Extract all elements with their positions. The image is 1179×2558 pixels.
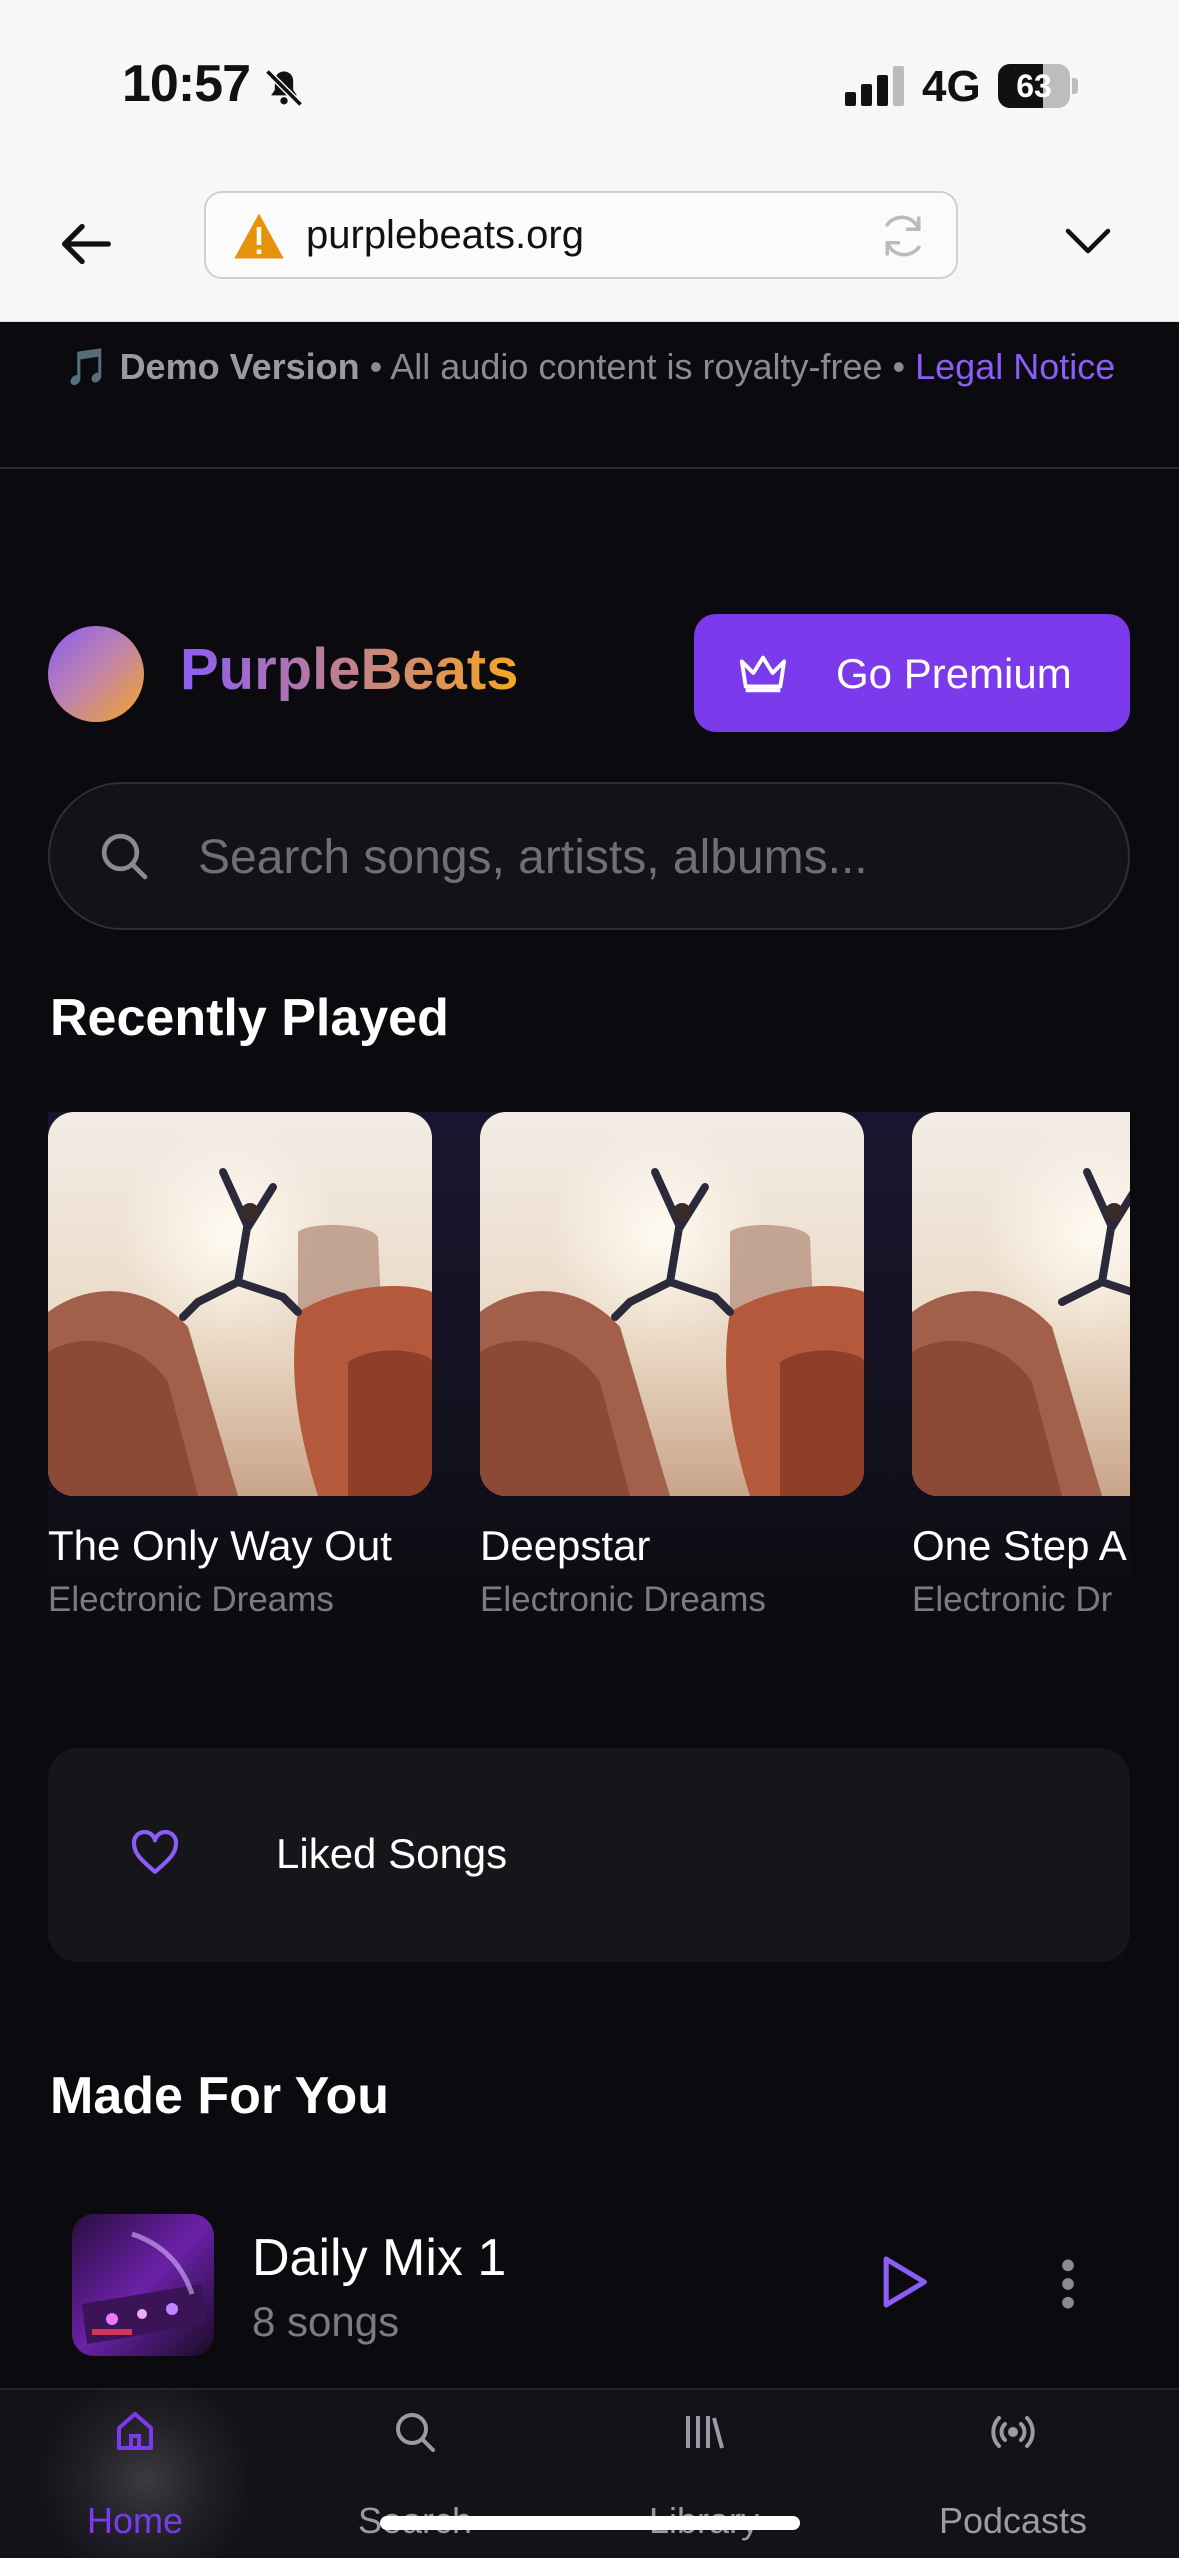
track-title: One Step A — [912, 1522, 1127, 1569]
banner-notice: All audio content is royalty-free — [390, 346, 883, 387]
recent-card[interactable]: One Step A Electronic Dr — [912, 1112, 1130, 1620]
search-bar[interactable] — [48, 782, 1130, 930]
reload-icon[interactable] — [876, 209, 930, 263]
brand-logo[interactable] — [48, 626, 144, 722]
demo-banner: 🎵 Demo Version • All audio content is ro… — [0, 321, 1179, 469]
home-indicator — [380, 2516, 800, 2530]
track-artist: Electronic Dreams — [48, 1580, 334, 1619]
warning-icon — [234, 213, 284, 259]
back-arrow-icon[interactable] — [50, 209, 120, 279]
banner-separator: • — [359, 346, 391, 387]
library-icon — [686, 2416, 724, 2449]
nav-library[interactable]: Library — [584, 2390, 824, 2558]
track-artist: Electronic Dr — [912, 1580, 1113, 1619]
status-bar: 10:57 4G 63 — [0, 0, 1179, 175]
track-title: Deepstar — [480, 1522, 651, 1569]
demo-label: Demo Version — [119, 346, 360, 387]
heart-icon — [131, 1830, 179, 1874]
album-art — [480, 1112, 864, 1496]
playlist-row[interactable]: Daily Mix 1 8 songs — [48, 2210, 1130, 2360]
liked-songs-label: Liked Songs — [276, 1830, 508, 1877]
search-icon — [396, 2413, 435, 2452]
podcast-icon — [991, 2416, 1035, 2448]
go-premium-label: Go Premium — [836, 650, 1072, 697]
cellular-signal-icon — [845, 66, 904, 106]
go-premium-button[interactable]: Go Premium — [694, 614, 1130, 732]
playlist-art — [72, 2214, 214, 2356]
bottom-navigation: Home Search Library Podcasts — [0, 2388, 1179, 2558]
browser-toolbar: purplebeats.org — [0, 175, 1179, 322]
nav-podcasts-label: Podcasts — [938, 2500, 1088, 2541]
battery-icon: 63 — [998, 64, 1078, 108]
made-for-you-heading: Made For You — [50, 2067, 389, 2125]
nav-home[interactable]: Home — [15, 2390, 255, 2558]
search-icon — [101, 833, 148, 880]
recently-played-carousel[interactable]: The Only Way Out Electronic Dreams Deeps… — [48, 1112, 1130, 1632]
chevron-down-icon[interactable] — [1058, 211, 1118, 271]
recently-played-heading: Recently Played — [50, 989, 449, 1047]
status-time: 10:57 — [122, 55, 251, 113]
network-type: 4G — [922, 62, 981, 111]
track-title: The Only Way Out — [48, 1522, 392, 1569]
address-bar[interactable]: purplebeats.org — [204, 191, 958, 279]
url-text: purplebeats.org — [306, 213, 584, 257]
search-input[interactable] — [196, 784, 1080, 930]
nav-podcasts[interactable]: Podcasts — [893, 2390, 1133, 2558]
liked-songs-button[interactable]: Liked Songs — [48, 1748, 1130, 1962]
music-note-icon: 🎵 — [64, 346, 110, 387]
album-art — [48, 1112, 432, 1496]
nav-search[interactable]: Search — [295, 2390, 535, 2558]
album-art — [912, 1112, 1130, 1496]
playlist-song-count: 8 songs — [252, 2298, 400, 2345]
recent-card[interactable]: Deepstar Electronic Dreams — [480, 1112, 864, 1620]
more-options-icon[interactable] — [1058, 2256, 1078, 2312]
banner-text: 🎵 Demo Version • All audio content is ro… — [60, 343, 1120, 391]
playlist-title: Daily Mix 1 — [252, 2229, 507, 2287]
home-icon — [117, 2412, 153, 2450]
recent-card[interactable]: The Only Way Out Electronic Dreams — [48, 1112, 432, 1620]
brand-name[interactable]: PurpleBeats — [180, 636, 518, 703]
banner-separator: • — [882, 346, 916, 387]
battery-percent: 63 — [1016, 68, 1052, 104]
track-artist: Electronic Dreams — [480, 1580, 766, 1619]
legal-notice-link[interactable]: Legal Notice — [915, 346, 1115, 387]
play-icon[interactable] — [878, 2254, 930, 2310]
nav-home-label: Home — [86, 2500, 184, 2541]
bell-muted-icon — [265, 69, 303, 107]
crown-icon — [739, 655, 787, 693]
